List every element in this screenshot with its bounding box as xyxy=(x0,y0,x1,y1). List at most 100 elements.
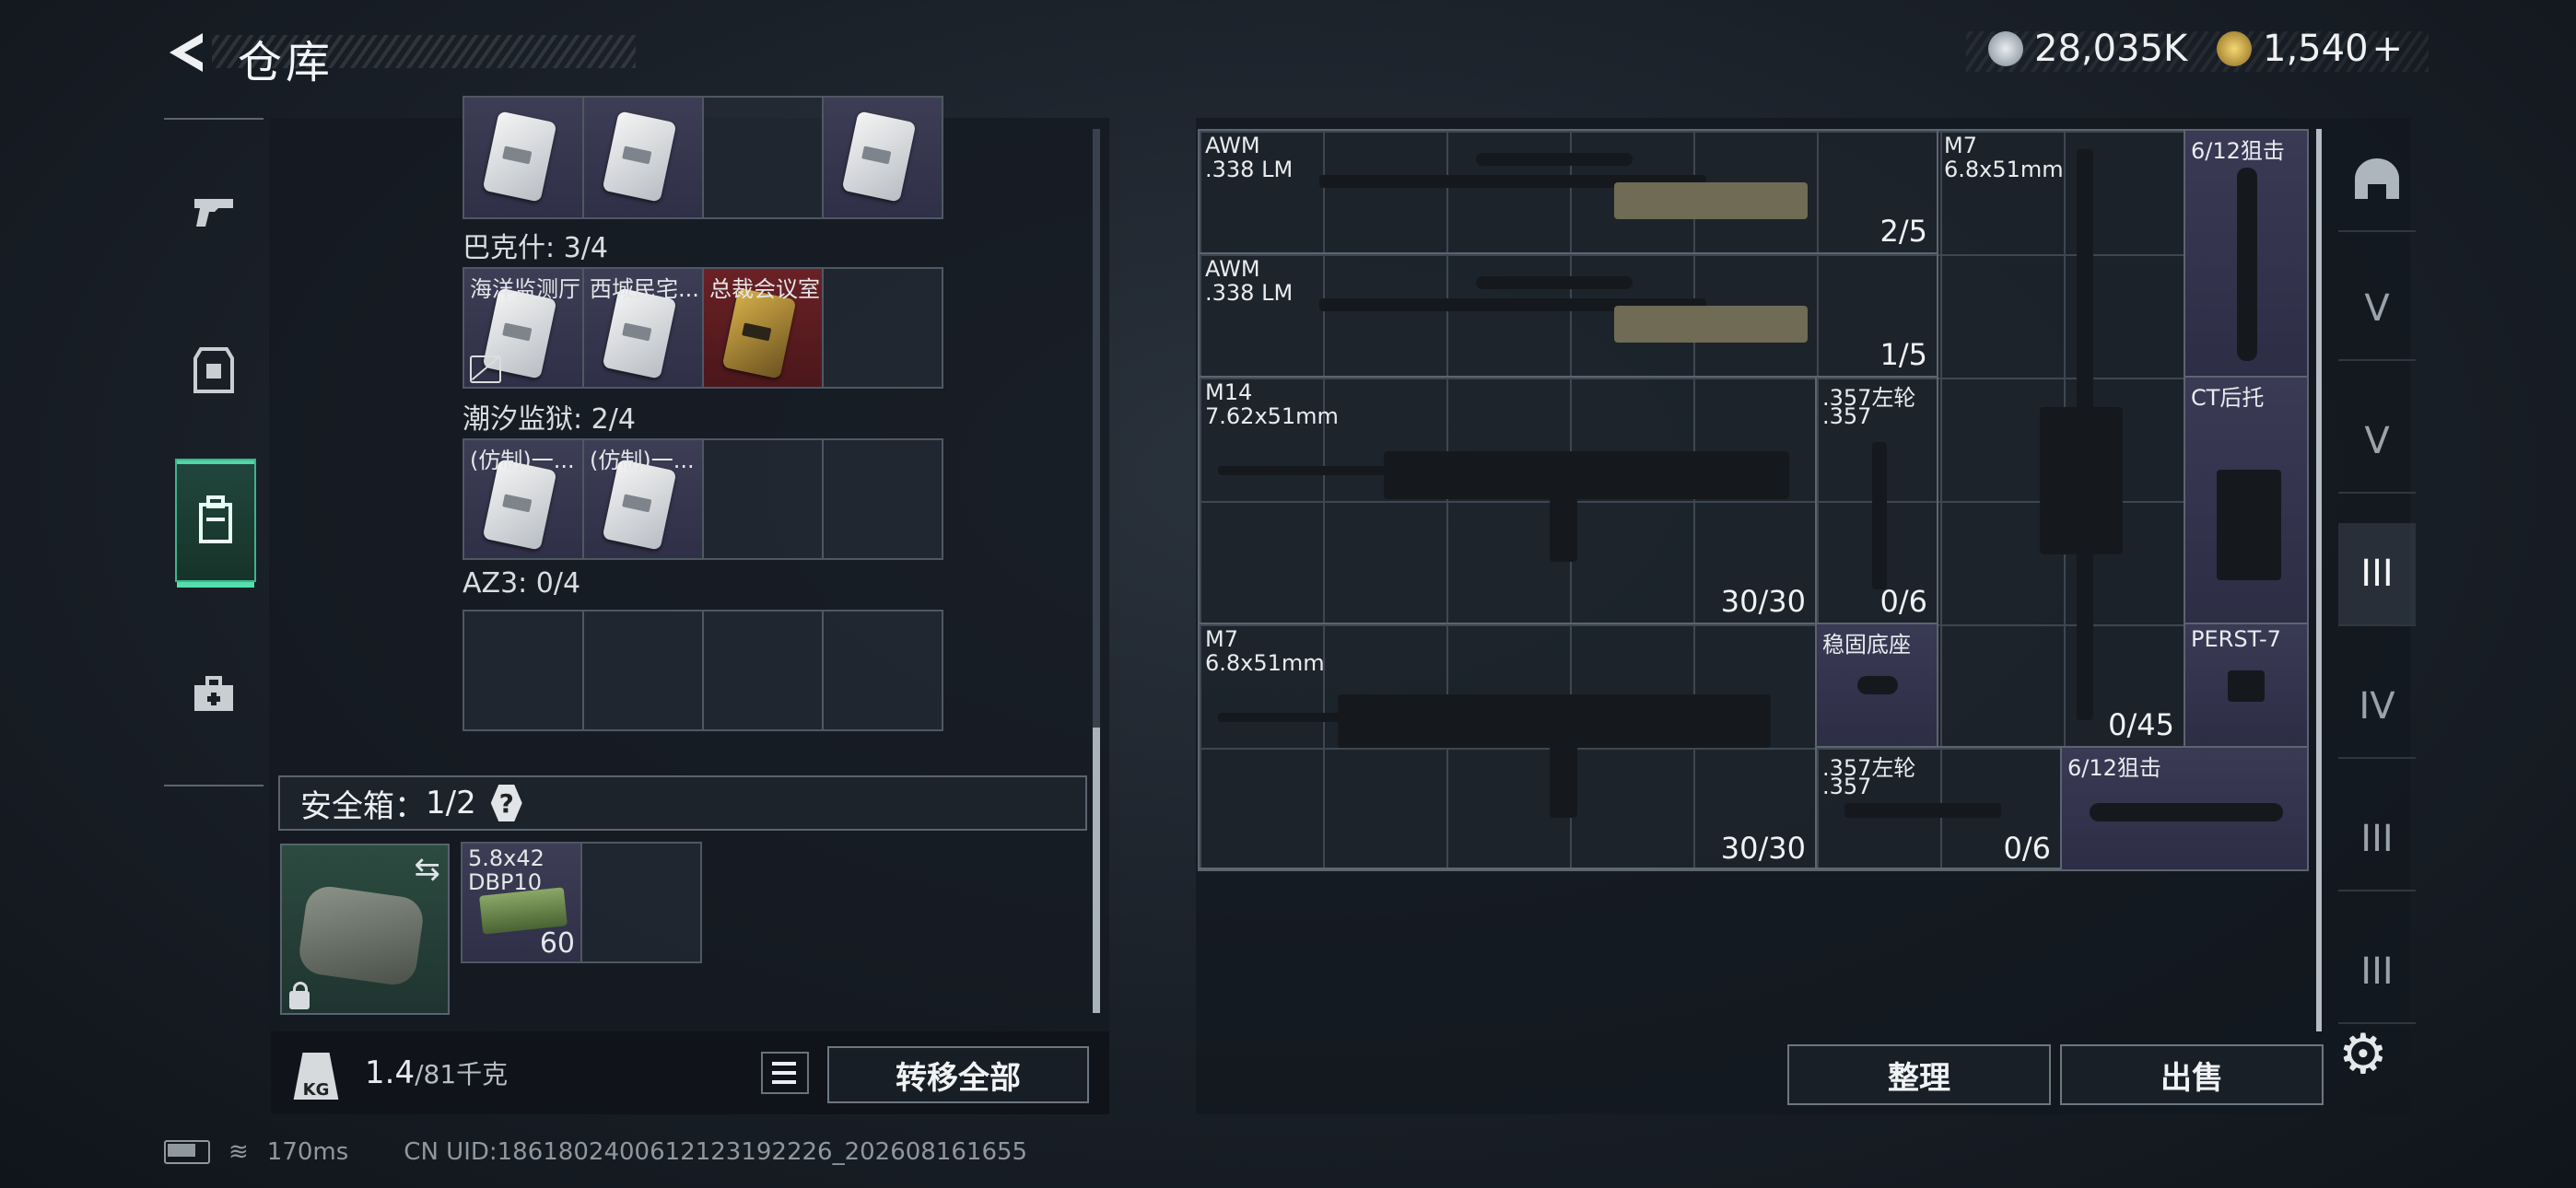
weight-max: /81千克 xyxy=(415,1059,509,1089)
rifle-body-image xyxy=(1338,694,1771,748)
nav-armor[interactable] xyxy=(175,315,252,425)
nav-folder-iii[interactable]: III xyxy=(2338,788,2416,891)
empty-slot[interactable] xyxy=(463,610,584,731)
bipod-stable-base[interactable]: 稳固底座 xyxy=(1815,623,1938,748)
empty-slot[interactable] xyxy=(822,267,943,389)
weapon-caliber: .357 xyxy=(1822,774,1872,799)
weapon-caliber: 6.8x51mm xyxy=(1205,650,1325,676)
safe-case-image xyxy=(296,883,427,988)
safe-box-label: 安全箱： xyxy=(300,787,426,825)
status-bar: ≋ 170ms CN UID:1861802400612123192226_20… xyxy=(164,1138,1027,1166)
iv-folder-icon: IV xyxy=(2359,685,2395,728)
nav-weapon-iii[interactable]: III xyxy=(2338,523,2416,626)
v-vest-icon-2: V xyxy=(2364,420,2390,462)
weapon-m14[interactable]: M14 7.62x51mm 30/30 xyxy=(1198,376,1817,624)
empty-slot[interactable] xyxy=(582,610,704,731)
empty-slot[interactable] xyxy=(702,610,824,731)
scope-6-12-2[interactable]: 6/12狙击 xyxy=(2060,746,2309,871)
ammo-count: 30/30 xyxy=(1720,584,1806,619)
settings-gear-icon[interactable]: ⚙ xyxy=(2338,1022,2388,1087)
help-icon[interactable]: ? xyxy=(490,785,522,821)
silver-currency: 28,035K xyxy=(1988,26,2187,72)
nav-helmet[interactable] xyxy=(2338,129,2416,232)
item-name: 6/12狙击 xyxy=(2067,755,2161,781)
transfer-all-button[interactable]: 转移全部 xyxy=(827,1046,1089,1103)
ammo-count: 2/5 xyxy=(1879,214,1928,249)
ammo-count: 0/45 xyxy=(2108,707,2174,742)
revolver-image xyxy=(1844,803,2001,818)
iii-weapon-icon: III xyxy=(2360,553,2394,595)
user-uid: CN UID:1861802400612123192226_2026081616… xyxy=(404,1138,1028,1166)
empty-slot[interactable] xyxy=(822,610,943,731)
ammo-count: 60 xyxy=(539,927,575,960)
stock-ct[interactable]: CT后托 xyxy=(2184,376,2309,624)
scope-image xyxy=(1476,153,1633,166)
scope-6-12[interactable]: 6/12狙击 xyxy=(2184,129,2309,378)
empty-slot[interactable] xyxy=(580,842,702,963)
weapon-357-revolver-1[interactable]: .357左轮 .357 0/6 xyxy=(1815,376,1938,624)
ammo-slot[interactable]: 5.8x42 DBP10 60 xyxy=(461,842,582,963)
weight-display: 1.4/81千克 xyxy=(365,1054,508,1091)
nav-gun-iii[interactable]: III xyxy=(2338,921,2416,1024)
back-arrow-icon[interactable] xyxy=(166,29,208,76)
keycard-label: 海洋监测厅 xyxy=(470,276,580,302)
armor-icon xyxy=(193,347,234,393)
safe-box-slots: 5.8x42 DBP10 60 xyxy=(461,842,702,963)
silver-amount: 28,035K xyxy=(2034,28,2188,70)
nav-weapons[interactable] xyxy=(175,157,252,267)
keycard-slot[interactable] xyxy=(582,96,704,219)
empty-slot[interactable] xyxy=(822,438,943,560)
nav-backpack[interactable] xyxy=(175,459,256,588)
ammo-name: 5.8x42 xyxy=(468,845,544,871)
keycard-label: 总裁会议室 xyxy=(709,276,820,302)
safe-box-container[interactable]: ⇆ xyxy=(280,844,450,1015)
add-currency-button[interactable]: + xyxy=(2372,28,2404,70)
laser-perst-7[interactable]: PERST-7 xyxy=(2184,623,2309,748)
weapon-name: M14 xyxy=(1205,379,1253,405)
weapon-357-revolver-2[interactable]: .357左轮 .357 0/6 xyxy=(1815,746,2062,871)
magazine-image xyxy=(1550,497,1577,562)
revolver-image xyxy=(1872,442,1887,589)
nav-vest-v[interactable]: V xyxy=(2338,258,2416,361)
keycard-slot[interactable] xyxy=(822,96,943,219)
ammo-count: 0/6 xyxy=(1879,584,1928,619)
ping-value: 170ms xyxy=(266,1138,349,1166)
empty-slot[interactable] xyxy=(702,96,824,219)
gold-currency[interactable]: 1,540 + xyxy=(2217,26,2403,72)
medkit-icon xyxy=(194,676,233,711)
backpack-icon xyxy=(199,495,232,543)
battery-icon xyxy=(164,1140,210,1164)
keycard-slot[interactable]: 海洋监测厅 xyxy=(463,267,584,389)
keycard-slot[interactable] xyxy=(463,96,584,219)
weapon-awm-2[interactable]: AWM .338 LM 1/5 xyxy=(1198,252,1938,378)
weapon-caliber: .357 xyxy=(1822,403,1872,429)
nav-folder-iv[interactable]: IV xyxy=(2338,656,2416,759)
swap-icon[interactable]: ⇆ xyxy=(415,851,441,888)
iii-gun-icon: III xyxy=(2360,950,2394,993)
pistol-icon xyxy=(194,199,233,227)
page-title: 仓库 xyxy=(238,37,334,88)
weapon-caliber: .338 LM xyxy=(1205,157,1294,182)
nav-medkit[interactable] xyxy=(175,639,252,750)
magazine-image xyxy=(1550,744,1577,818)
organize-button[interactable]: 整理 xyxy=(1787,1044,2051,1105)
ammo-count: 1/5 xyxy=(1879,337,1928,372)
weapon-m7[interactable]: M7 6.8x51mm 30/30 xyxy=(1198,623,1817,871)
silver-coin-icon xyxy=(1988,31,2023,66)
empty-slot[interactable] xyxy=(702,438,824,560)
map-label-bakesh: 巴克什: 3/4 xyxy=(463,232,608,264)
nav-vest-v-2[interactable]: V xyxy=(2338,390,2416,494)
storage-scrollbar[interactable] xyxy=(1093,129,1100,1013)
weapon-m7-vertical[interactable]: M7 6.8x51mm 0/45 xyxy=(1937,129,2185,748)
keycard-slot[interactable]: (仿制)一... xyxy=(463,438,584,560)
keycard-slot[interactable]: (仿制)一... xyxy=(582,438,704,560)
keycard-image xyxy=(602,111,677,203)
item-name: 稳固底座 xyxy=(1822,632,1911,658)
keycard-slot[interactable]: 西城民宅... xyxy=(582,267,704,389)
weapon-awm-1[interactable]: AWM .338 LM 2/5 xyxy=(1198,129,1938,254)
rifle-stock-image xyxy=(1614,182,1808,219)
sell-button[interactable]: 出售 xyxy=(2060,1044,2324,1105)
list-view-button[interactable] xyxy=(761,1052,809,1094)
wifi-icon: ≋ xyxy=(228,1138,249,1166)
keycard-slot[interactable]: 总裁会议室 xyxy=(702,267,824,389)
